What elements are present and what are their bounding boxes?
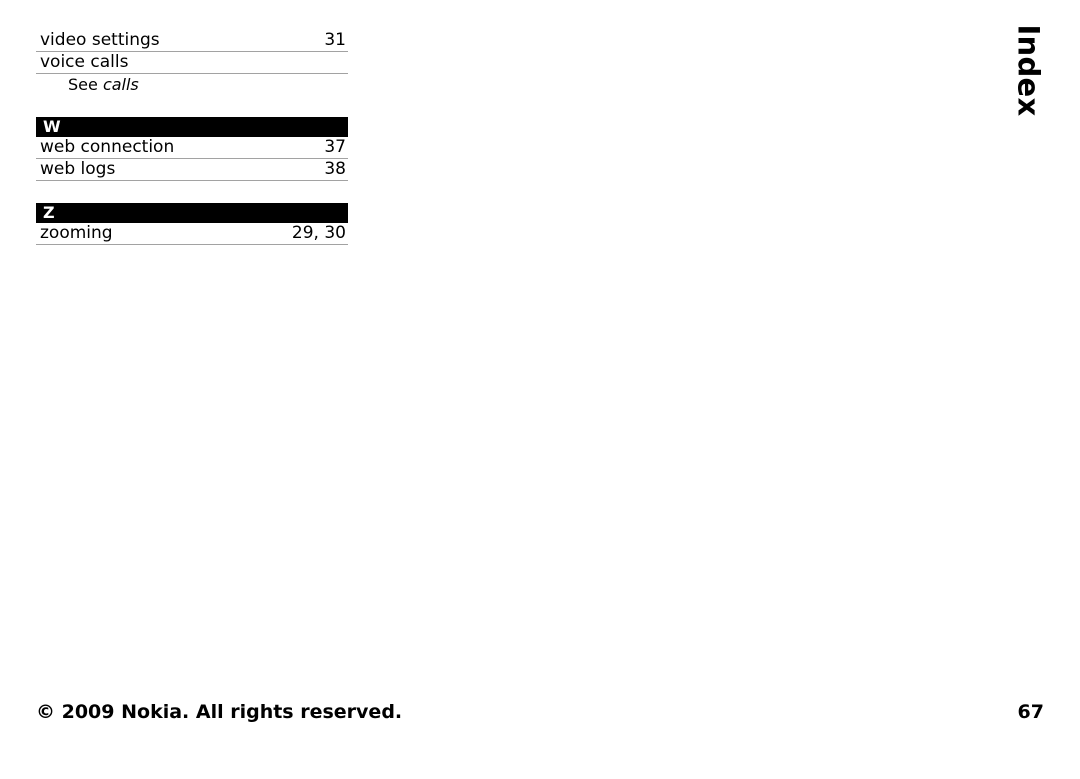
index-entry-term: voice calls <box>40 52 129 72</box>
index-letter-heading-z: Z <box>36 203 348 223</box>
index-entry-term: zooming <box>40 223 113 243</box>
cross-reference-target[interactable]: calls <box>103 75 139 94</box>
index-entry[interactable]: web logs 38 <box>36 159 348 181</box>
index-entry-pages: 37 <box>324 137 346 157</box>
index-entry-pages: 38 <box>324 159 346 179</box>
index-entry-list: video settings 31 voice calls See calls <box>36 30 348 95</box>
index-entry-term: video settings <box>40 30 160 50</box>
index-entry-list: web connection 37 web logs 38 <box>36 137 348 181</box>
index-section-w: W web connection 37 web logs 38 <box>36 117 348 181</box>
index-letter-heading-w: W <box>36 117 348 137</box>
cross-reference-see-label: See <box>68 75 98 94</box>
index-entry[interactable]: voice calls <box>36 52 348 74</box>
index-entry-term: web connection <box>40 137 175 157</box>
index-section-continued: video settings 31 voice calls See calls <box>36 30 348 95</box>
page-footer: © 2009 Nokia. All rights reserved. 67 <box>36 698 1044 726</box>
index-entry-term: web logs <box>40 159 116 179</box>
index-column: video settings 31 voice calls See calls … <box>36 30 348 245</box>
index-cross-reference: See calls <box>36 74 348 95</box>
index-entry[interactable]: video settings 31 <box>36 30 348 52</box>
index-entry-pages: 29, 30 <box>291 223 346 243</box>
copyright-notice: © 2009 Nokia. All rights reserved. <box>36 701 403 723</box>
side-tab: Index <box>1004 22 1052 122</box>
side-tab-label: Index <box>1011 24 1046 117</box>
page-number: 67 <box>1017 701 1044 723</box>
index-section-z: Z zooming 29, 30 <box>36 203 348 245</box>
index-page: Index video settings 31 voice calls See … <box>0 0 1080 779</box>
index-entry-list: zooming 29, 30 <box>36 223 348 245</box>
index-entry[interactable]: zooming 29, 30 <box>36 223 348 245</box>
index-entry[interactable]: web connection 37 <box>36 137 348 159</box>
index-entry-pages: 31 <box>324 30 346 50</box>
